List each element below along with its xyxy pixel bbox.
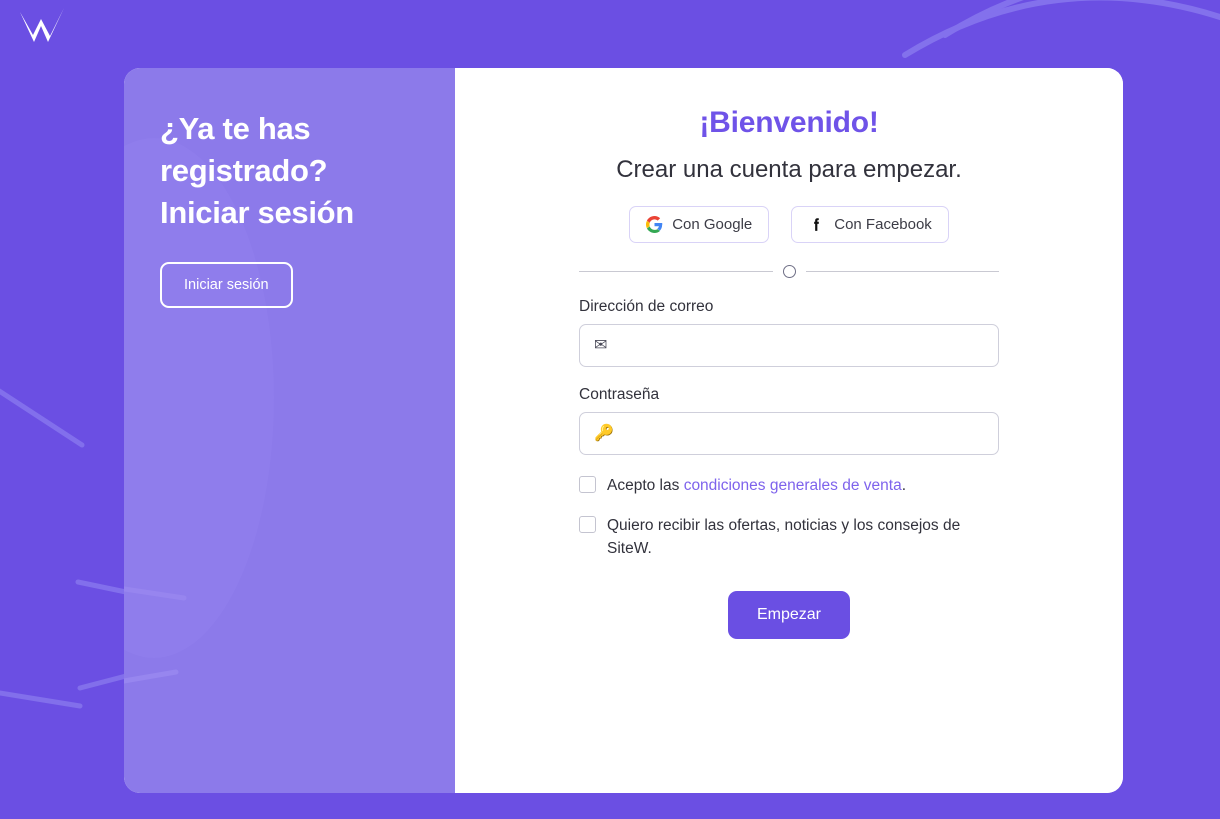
login-button[interactable]: Iniciar sesión xyxy=(160,262,293,308)
terms-checkbox-label: Acepto las condiciones generales de vent… xyxy=(607,474,906,497)
google-signup-label: Con Google xyxy=(672,216,753,233)
email-field-group: Dirección de correo xyxy=(579,298,999,367)
newsletter-checkbox-row: Quiero recibir las ofertas, noticias y l… xyxy=(579,514,999,560)
signup-form: Dirección de correo Contraseña Acepto la… xyxy=(579,298,999,577)
password-input[interactable] xyxy=(579,412,999,455)
separator xyxy=(579,265,999,278)
signup-card: ¿Ya te has registrado? Iniciar sesión In… xyxy=(124,68,1123,793)
divider-line-left xyxy=(579,271,773,272)
sitew-w-logo-icon[interactable] xyxy=(14,6,68,50)
submit-row: Empezar xyxy=(579,591,999,639)
login-promo-panel: ¿Ya te has registrado? Iniciar sesión In… xyxy=(124,68,455,793)
facebook-signup-button[interactable]: Con Facebook xyxy=(791,206,949,243)
page-subtitle: Crear una cuenta para empezar. xyxy=(616,156,962,183)
terms-checkbox-row: Acepto las condiciones generales de vent… xyxy=(579,474,999,497)
google-icon xyxy=(646,216,663,233)
email-label: Dirección de correo xyxy=(579,298,714,315)
submit-button[interactable]: Empezar xyxy=(727,591,851,639)
terms-text-before: Acepto las xyxy=(607,477,684,494)
facebook-signup-label: Con Facebook xyxy=(834,216,932,233)
google-signup-button[interactable]: Con Google xyxy=(629,206,770,243)
divider-circle-icon xyxy=(782,265,796,278)
social-login-row: Con Google Con Facebook xyxy=(629,206,949,243)
newsletter-checkbox[interactable] xyxy=(579,516,596,533)
terms-checkbox[interactable] xyxy=(579,476,596,493)
divider-line-right xyxy=(805,271,999,272)
terms-link[interactable]: condiciones generales de venta xyxy=(684,477,902,494)
login-promo-heading: ¿Ya te has registrado? Iniciar sesión xyxy=(160,111,354,230)
facebook-icon xyxy=(814,218,820,231)
email-input[interactable] xyxy=(579,324,999,367)
newsletter-checkbox-label: Quiero recibir las ofertas, noticias y l… xyxy=(607,517,961,557)
page-title: ¡Bienvenido! xyxy=(699,106,879,139)
terms-text-after: . xyxy=(901,477,907,494)
password-label: Contraseña xyxy=(579,386,660,403)
password-field-group: Contraseña xyxy=(579,386,999,455)
signup-form-panel: ¡Bienvenido! Crear una cuenta para empez… xyxy=(455,68,1123,793)
